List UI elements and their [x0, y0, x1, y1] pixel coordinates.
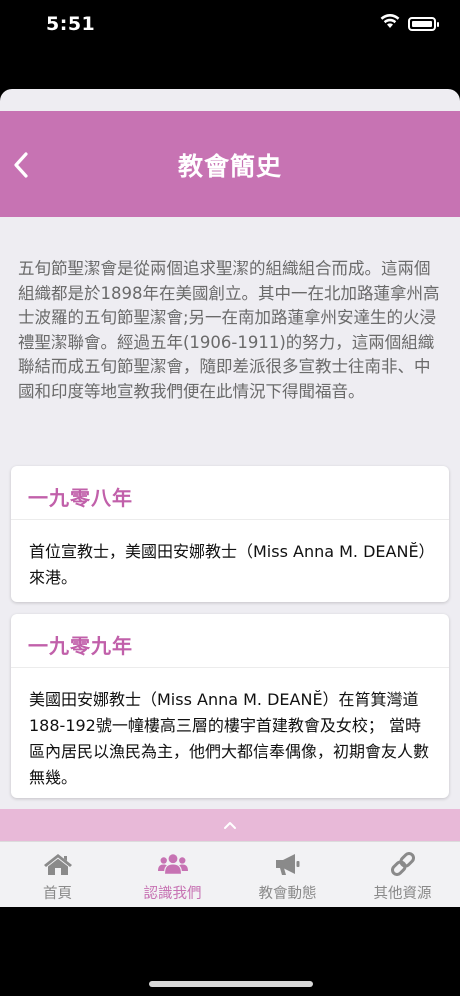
timeline-text: 美國田安娜教士（Miss Anna M. DEANĔ）在筲箕灣道188-192號…: [29, 690, 430, 787]
link-icon: [388, 851, 418, 877]
tab-label: 首頁: [43, 886, 72, 902]
tab-label: 認識我們: [143, 886, 202, 902]
timeline-year: 一九零九年: [11, 614, 449, 668]
intro-text: 五旬節聖潔會是從兩個追求聖潔的組織組合而成。這兩個組織都是於1898年在美國創立…: [18, 259, 440, 401]
timeline-card: 一九零八年 首位宣教士，美國田安娜教士（Miss Anna M. DEANĔ）來…: [11, 466, 449, 602]
users-icon: [157, 851, 188, 877]
tab-other-resources[interactable]: 其他資源: [345, 842, 460, 907]
timeline-card: 一九零九年 美國田安娜教士（Miss Anna M. DEANĔ）在筲箕灣道18…: [11, 614, 449, 798]
megaphone-icon: [273, 851, 303, 877]
status-bar: 5:51: [0, 0, 460, 50]
page-title: 教會簡史: [177, 152, 282, 181]
chevron-up-icon: [224, 821, 236, 829]
tab-about-us[interactable]: 認識我們: [115, 842, 230, 907]
home-icon: [43, 851, 73, 877]
tab-church-news[interactable]: 教會動態: [230, 842, 345, 907]
tab-label: 教會動態: [258, 886, 317, 902]
tab-home[interactable]: 首頁: [0, 842, 115, 907]
home-indicator: [149, 981, 313, 987]
status-icons: [380, 13, 439, 33]
timeline-year: 一九零八年: [11, 466, 449, 520]
collapse-button[interactable]: [0, 809, 460, 841]
battery-icon: [408, 16, 439, 31]
status-time: 5:51: [46, 13, 96, 35]
tab-label: 其他資源: [373, 886, 432, 902]
tab-bar: 首頁 認識我們 教會動態 其他資源: [0, 841, 460, 907]
wifi-icon: [380, 13, 400, 33]
modal-sheet: 教會簡史 五旬節聖潔會是從兩個追求聖潔的組織組合而成。這兩個組織都是於1898年…: [0, 89, 460, 907]
timeline-text: 首位宣教士，美國田安娜教士（Miss Anna M. DEANĔ）來港。: [29, 542, 427, 587]
nav-header: 教會簡史: [0, 111, 460, 217]
